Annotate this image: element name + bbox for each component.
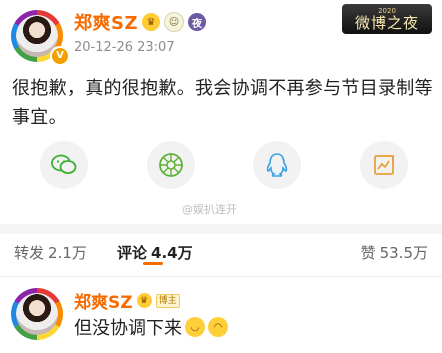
comment-author-name[interactable]: 郑爽SZ [74, 288, 133, 313]
section-divider [0, 224, 442, 234]
post-text: 很抱歉，真的很抱歉。我会协调不再参与节目录制等事宜。 [12, 78, 433, 128]
share-row [40, 141, 408, 189]
repost-count: 2.1万 [48, 244, 87, 262]
share-moments-button[interactable] [146, 141, 195, 189]
repost-label: 转发 [14, 244, 45, 262]
comment-count: 4.4万 [151, 244, 193, 262]
tab-comment[interactable]: 评论 4.4万 [117, 242, 193, 263]
share-qq-button[interactable] [253, 141, 302, 189]
sweat-emoji-icon: ◠ [208, 317, 228, 337]
post-stats-bar: 转发 2.1万 评论 4.4万 赞 53.5万 [0, 234, 442, 270]
active-tab-indicator [143, 262, 163, 265]
face-icon: ☺ [164, 12, 185, 32]
comment-text: 但没协调下来 [74, 318, 182, 339]
comment-item: 郑爽SZ ♛ 博主 但没协调下来 ◡ ◠ [0, 278, 442, 353]
avatar-image [16, 293, 58, 335]
comment-text-row: 但没协调下来 ◡ ◠ [74, 314, 228, 340]
tab-like[interactable]: 赞 53.5万 [361, 242, 428, 263]
comment-label: 评论 [117, 244, 148, 262]
divider [0, 276, 442, 277]
image-share-icon [374, 155, 394, 175]
weibo-night-banner[interactable]: 2020 微博之夜 [342, 4, 432, 34]
watermark: @娱扒连开 [182, 203, 237, 216]
smirk-emoji-icon: ◡ [185, 317, 205, 337]
qq-icon [267, 153, 288, 177]
author-name[interactable]: 郑爽SZ [74, 9, 138, 35]
tab-repost[interactable]: 转发 2.1万 [14, 242, 87, 263]
share-image-button[interactable] [359, 141, 408, 189]
author-row: 郑爽SZ ♛ ☺ 夜 [74, 9, 207, 35]
like-count: 53.5万 [379, 244, 428, 262]
comment-author-row: 郑爽SZ ♛ 博主 [74, 288, 180, 313]
moments-icon [158, 153, 183, 177]
owner-tag: 博主 [155, 293, 180, 308]
comment-author-avatar[interactable] [11, 288, 63, 340]
verified-badge-icon: V [50, 46, 70, 66]
weibo-post: V 郑爽SZ ♛ ☺ 夜 20-12-26 23:07 2020 微博之夜 很抱… [0, 0, 442, 223]
post-time: 20-12-26 23:07 [74, 40, 175, 55]
banner-title: 微博之夜 [354, 14, 419, 32]
wechat-icon [51, 154, 77, 174]
like-label: 赞 [360, 244, 376, 262]
vip-icon: ♛ [136, 293, 152, 308]
night-badge-icon: 夜 [188, 13, 207, 31]
share-wechat-button[interactable] [40, 141, 88, 189]
vip-icon: ♛ [142, 13, 161, 31]
